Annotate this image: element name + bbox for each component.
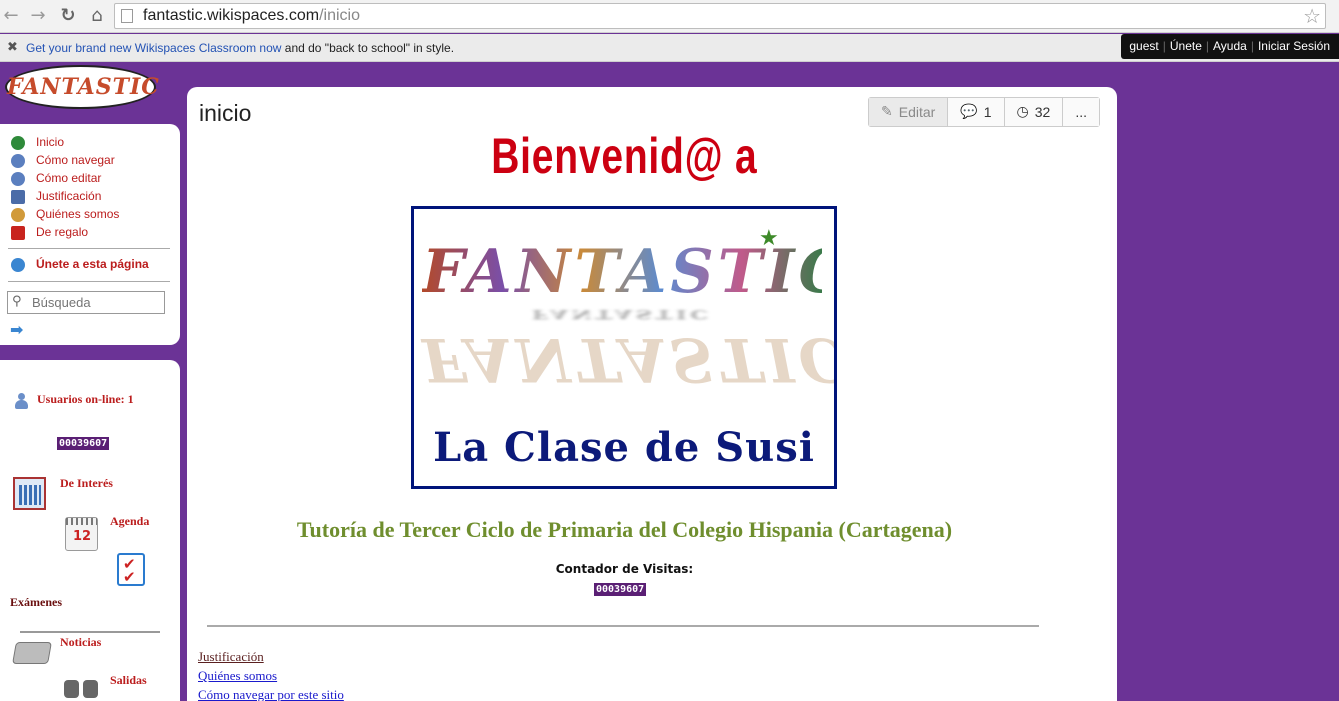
address-bar[interactable]: fantastic.wikispaces.com/inicio ☆ <box>114 3 1326 29</box>
sidebar-nav: Inicio Cómo navegar Cómo editar Justific… <box>0 124 180 345</box>
star-icon: ★ <box>759 226 779 251</box>
divider <box>207 625 1039 627</box>
sidebar-item-label: Cómo navegar <box>36 153 115 167</box>
banner-reflection: FANTASTIC <box>422 324 837 394</box>
fantastic-banner-image: FANTASTIC ★ FANTASTIC FANTASTIC La Clase… <box>411 206 837 489</box>
search-go-arrow-icon[interactable]: ➡ <box>10 320 23 339</box>
como-navegar-link[interactable]: Cómo navegar por este sitio <box>198 687 344 701</box>
divider <box>20 631 160 633</box>
agenda-link[interactable]: Agenda <box>110 514 149 529</box>
page-toolbar: ✎ Editar 💬 1 ◷ 32 ... <box>868 97 1101 127</box>
back-arrow-icon[interactable]: ← <box>0 5 22 27</box>
de-interes-link[interactable]: De Interés <box>60 476 113 491</box>
visit-counter: 00039607 <box>594 583 647 596</box>
sidebar-item-label: Quiénes somos <box>36 207 120 221</box>
logo-text: FANTASTIC <box>7 74 160 100</box>
join-link[interactable]: Únete <box>1170 39 1202 53</box>
sidebar-item-label: Inicio <box>36 135 65 149</box>
reload-icon[interactable]: ↻ <box>57 5 79 27</box>
home-icon[interactable]: ⌂ <box>86 5 108 27</box>
home-icon <box>11 136 25 150</box>
search-input[interactable] <box>32 295 160 310</box>
divider <box>8 281 170 282</box>
sidebar-item-label: Justificación <box>36 189 102 203</box>
divider <box>8 248 170 249</box>
visit-counter-label: Contador de Visitas: <box>555 562 694 576</box>
sidebar-widgets: Usuarios on-line: 1 00039607 De Interés … <box>0 360 180 701</box>
login-link[interactable]: Iniciar Sesión <box>1258 39 1330 53</box>
browser-toolbar: ← → ↻ ⌂ fantastic.wikispaces.com/inicio … <box>0 0 1339 33</box>
user-bar: guest | Únete | Ayuda | Iniciar Sesión <box>1121 34 1339 59</box>
more-button[interactable]: ... <box>1063 98 1100 126</box>
sidebar-item-label: Cómo editar <box>36 171 102 185</box>
help-icon <box>11 154 25 168</box>
binoculars-icon[interactable] <box>64 678 100 698</box>
calendar-grid-icon[interactable] <box>13 477 46 510</box>
welcome-heading: Bienvenid@ a <box>491 128 758 184</box>
clock-icon: ◷ <box>1016 104 1029 120</box>
tutoria-heading: Tutoría de Tercer Ciclo de Primaria del … <box>296 517 953 542</box>
agenda-calendar-icon[interactable]: 12 <box>65 517 98 551</box>
examenes-link[interactable]: Exámenes <box>10 595 62 610</box>
page-icon <box>121 9 133 23</box>
main-content: inicio ✎ Editar 💬 1 ◷ 32 ... Bienvenid@ … <box>187 87 1117 701</box>
history-count: 32 <box>1034 104 1051 120</box>
join-page-label: Únete a esta página <box>36 257 149 271</box>
banner-subtitle: La Clase de Susi <box>433 424 815 471</box>
search-icon: ⚲ <box>12 294 22 309</box>
banner-shadow: FANTASTIC <box>532 306 712 322</box>
people-icon <box>11 208 25 222</box>
bookmark-star-icon[interactable]: ☆ <box>1303 4 1321 28</box>
newspaper-icon[interactable] <box>12 642 52 664</box>
edit-label: Editar <box>898 104 936 120</box>
url-text[interactable]: fantastic.wikispaces.com/inicio <box>143 7 360 25</box>
forward-arrow-icon[interactable]: → <box>27 5 49 27</box>
page-title: inicio <box>199 100 252 126</box>
plus-icon <box>11 258 25 272</box>
online-users: Usuarios on-line: 1 <box>37 392 134 406</box>
salidas-link[interactable]: Salidas <box>110 673 147 688</box>
help-link[interactable]: Ayuda <box>1213 39 1247 53</box>
more-label: ... <box>1075 104 1088 120</box>
sidebar-item-label: De regalo <box>36 225 89 239</box>
comments-button[interactable]: 💬 1 <box>948 98 1005 126</box>
notification-text: Get your brand new Wikispaces Classroom … <box>26 41 455 55</box>
comment-icon: 💬 <box>960 104 978 120</box>
book-icon <box>11 190 25 204</box>
justificacion-link[interactable]: Justificación <box>198 649 264 665</box>
noticias-link[interactable]: Noticias <box>60 635 101 650</box>
quienes-somos-link[interactable]: Quiénes somos <box>198 668 277 684</box>
gift-icon <box>11 226 25 240</box>
checklist-icon[interactable]: ✔ ✔ <box>117 553 145 586</box>
comments-count: 1 <box>983 104 992 120</box>
notification-bar: ✖ Get your brand new Wikispaces Classroo… <box>0 34 1339 62</box>
history-button[interactable]: ◷ 32 <box>1004 98 1064 126</box>
edit-button[interactable]: ✎ Editar <box>869 98 949 126</box>
search-box[interactable]: ⚲ <box>7 291 165 314</box>
user-icon <box>15 393 28 409</box>
pencil-icon: ✎ <box>881 104 893 120</box>
close-icon[interactable]: ✖ <box>7 40 18 55</box>
site-logo[interactable]: FANTASTIC <box>5 65 160 109</box>
guest-label: guest <box>1129 39 1159 53</box>
help-icon <box>11 172 25 186</box>
classroom-link[interactable]: Get your brand new Wikispaces Classroom … <box>26 41 281 55</box>
hit-counter: 00039607 <box>57 437 110 450</box>
